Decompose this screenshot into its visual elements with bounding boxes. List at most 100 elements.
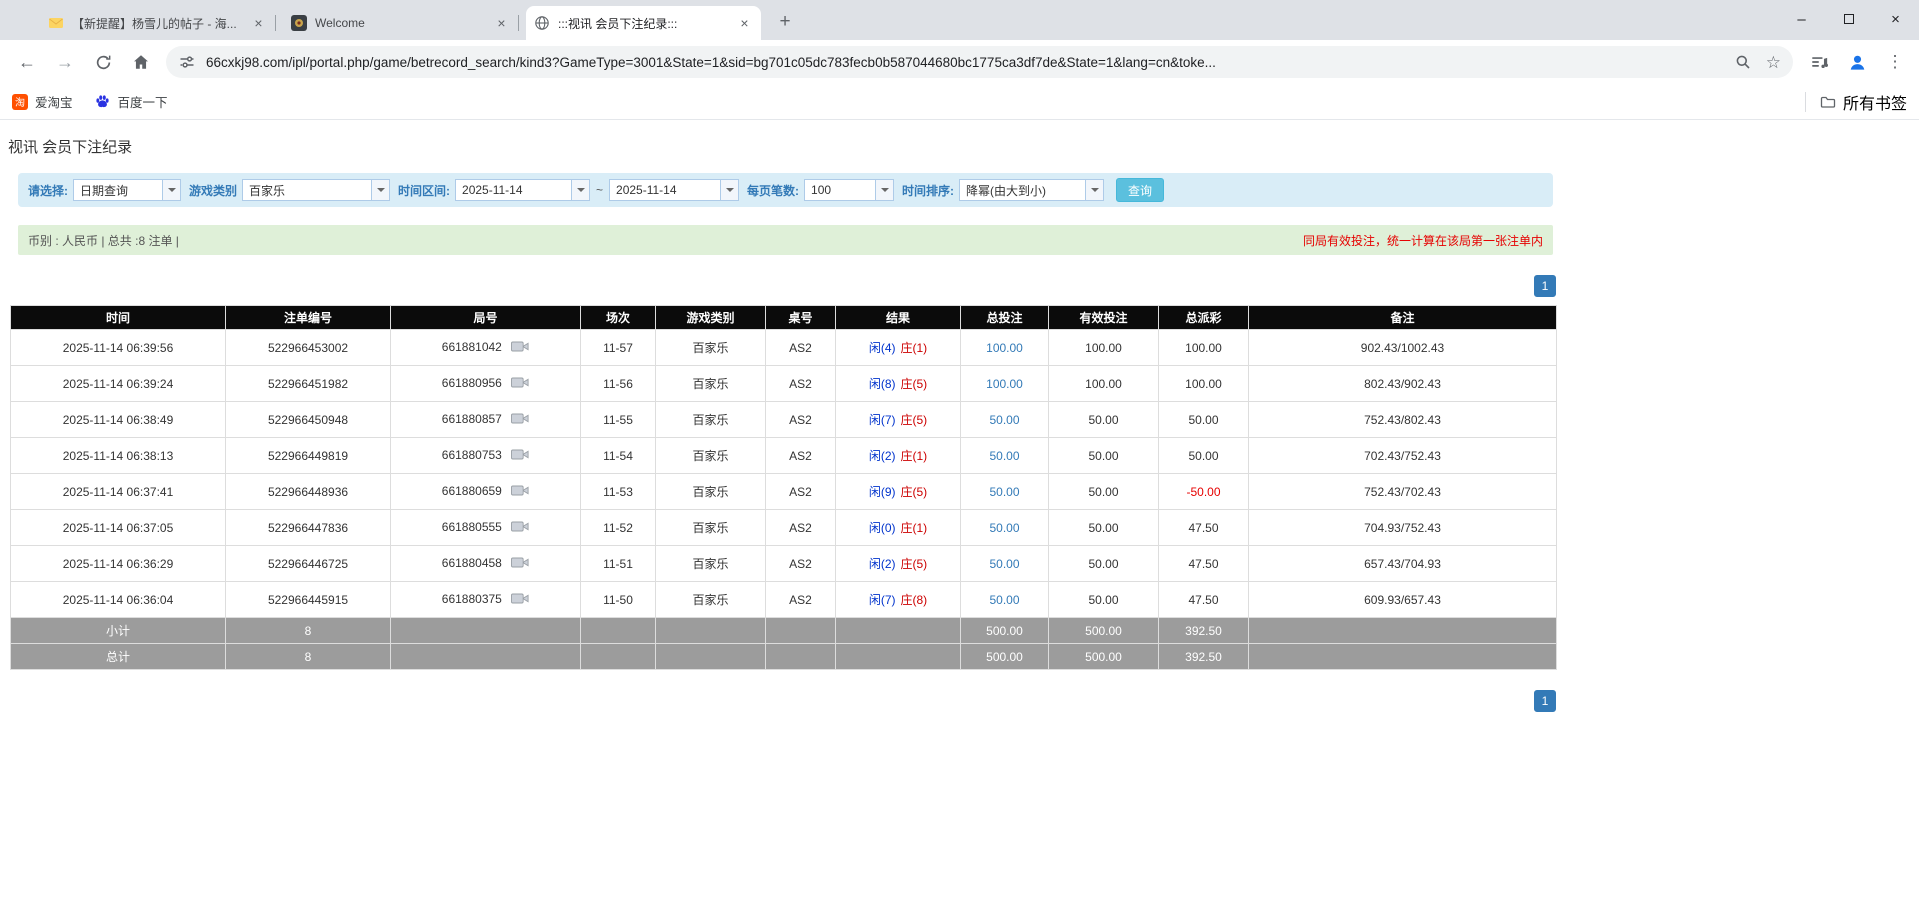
bookmark-taobao[interactable]: 淘 爱淘宝 <box>12 92 73 111</box>
forward-button[interactable]: → <box>48 45 82 79</box>
video-replay-icon[interactable] <box>511 592 529 608</box>
chevron-down-icon[interactable] <box>571 180 590 200</box>
page-1-button[interactable]: 1 <box>1534 690 1556 712</box>
sort-select[interactable]: 降幂(由大到小) <box>959 179 1105 201</box>
tab-close-icon[interactable]: × <box>250 15 267 32</box>
profile-avatar[interactable] <box>1841 46 1873 78</box>
page-1-button[interactable]: 1 <box>1534 275 1556 297</box>
cell-total-bet-link[interactable]: 100.00 <box>960 329 1049 366</box>
media-controls-icon[interactable] <box>1803 46 1835 78</box>
result-player: 闲(7) <box>868 413 896 427</box>
cell-round-no: 661880956 <box>390 365 581 402</box>
tilde-separator: ~ <box>596 183 604 197</box>
address-bar[interactable]: 66cxkj98.com/ipl/portal.php/game/betreco… <box>166 46 1793 78</box>
tab-2[interactable]: Welcome × <box>283 6 519 40</box>
query-type-select[interactable]: 日期查询 <box>73 179 181 201</box>
total-total-bet: 500.00 <box>960 643 1049 670</box>
chevron-down-icon[interactable] <box>1085 180 1104 200</box>
bookmark-baidu[interactable]: 百度一下 <box>95 92 168 111</box>
video-replay-icon[interactable] <box>511 412 529 428</box>
tab-1[interactable]: 【新提醒】杨雪儿的帖子 - 海... × <box>40 6 276 40</box>
tab-3-active[interactable]: :::视讯 会员下注纪录::: × <box>526 6 761 40</box>
result-banker: 庄(5) <box>900 485 928 499</box>
cell-table-no: AS2 <box>765 437 836 474</box>
reload-button[interactable] <box>86 45 120 79</box>
cell-valid-bet: 50.00 <box>1048 509 1159 546</box>
total-valid-bet: 500.00 <box>1048 643 1159 670</box>
minimize-button[interactable]: – <box>1778 0 1825 38</box>
omnibox-actions: ☆ <box>1734 53 1781 71</box>
new-tab-button[interactable]: + <box>771 8 799 36</box>
game-type-select[interactable]: 百家乐 <box>242 179 391 201</box>
chevron-down-icon[interactable] <box>162 180 180 200</box>
cell-time: 2025-11-14 06:38:49 <box>10 401 226 438</box>
cell-note: 704.93/752.43 <box>1248 509 1557 546</box>
video-replay-icon[interactable] <box>511 520 529 536</box>
cell-valid-bet: 50.00 <box>1048 545 1159 582</box>
cell-bet-no: 522966449819 <box>225 437 391 474</box>
col-result: 结果 <box>835 305 961 330</box>
cell-total-bet-link[interactable]: 50.00 <box>960 509 1049 546</box>
back-button[interactable]: ← <box>10 45 44 79</box>
chevron-down-icon[interactable] <box>371 180 390 200</box>
total-label: 总计 <box>10 643 226 670</box>
table-row: 2025-11-14 06:38:49 522966450948 6618808… <box>10 401 1557 438</box>
window-controls: – × <box>1778 0 1919 38</box>
cell-game-type: 百家乐 <box>655 401 766 438</box>
cell-note: 752.43/702.43 <box>1248 473 1557 510</box>
menu-icon[interactable]: ⋮ <box>1879 46 1911 78</box>
cell-payout: 100.00 <box>1158 365 1249 402</box>
cell-round-no: 661880753 <box>390 437 581 474</box>
cell-session: 11-50 <box>580 581 656 618</box>
pagination-bottom: 1 <box>10 690 1556 712</box>
chevron-down-icon[interactable] <box>875 180 894 200</box>
cell-round-no: 661880375 <box>390 581 581 618</box>
cell-total-bet-link[interactable]: 50.00 <box>960 437 1049 474</box>
video-replay-icon[interactable] <box>511 340 529 356</box>
zoom-icon[interactable] <box>1734 53 1752 71</box>
cell-session: 11-56 <box>580 365 656 402</box>
video-replay-icon[interactable] <box>511 484 529 500</box>
result-player: 闲(8) <box>868 377 896 391</box>
table-row: 2025-11-14 06:38:13 522966449819 6618807… <box>10 437 1557 474</box>
table-row: 2025-11-14 06:37:05 522966447836 6618805… <box>10 509 1557 546</box>
per-page-select[interactable]: 100 <box>804 179 895 201</box>
cell-valid-bet: 50.00 <box>1048 581 1159 618</box>
total-payout: 392.50 <box>1158 643 1249 670</box>
home-button[interactable] <box>124 45 158 79</box>
bookmark-star-icon[interactable]: ☆ <box>1766 54 1781 71</box>
cell-total-bet-link[interactable]: 50.00 <box>960 545 1049 582</box>
date-from-select[interactable]: 2025-11-14 <box>455 179 591 201</box>
close-window-button[interactable]: × <box>1872 0 1919 38</box>
date-to-select[interactable]: 2025-11-14 <box>609 179 740 201</box>
cell-total-bet-link[interactable]: 50.00 <box>960 581 1049 618</box>
pagination-top: 1 <box>10 275 1556 297</box>
cell-total-bet-link[interactable]: 100.00 <box>960 365 1049 402</box>
tab-close-icon[interactable]: × <box>493 15 510 32</box>
taobao-icon: 淘 <box>12 93 28 110</box>
url-text[interactable]: 66cxkj98.com/ipl/portal.php/game/betreco… <box>206 55 1726 70</box>
video-replay-icon[interactable] <box>511 376 529 392</box>
video-replay-icon[interactable] <box>511 556 529 572</box>
cell-bet-no: 522966445915 <box>225 581 391 618</box>
result-player: 闲(4) <box>868 341 896 355</box>
currency-summary: 币别 : 人民币 | 总共 :8 注单 | <box>28 233 179 248</box>
chevron-down-icon[interactable] <box>720 180 739 200</box>
cell-time: 2025-11-14 06:37:05 <box>10 509 226 546</box>
search-button[interactable]: 查询 <box>1116 178 1165 202</box>
cell-total-bet-link[interactable]: 50.00 <box>960 401 1049 438</box>
all-bookmarks-label: 所有书签 <box>1842 95 1907 113</box>
result-banker: 庄(5) <box>900 557 928 571</box>
result-banker: 庄(1) <box>900 521 928 535</box>
tab-close-icon[interactable]: × <box>736 15 753 32</box>
cell-total-bet-link[interactable]: 50.00 <box>960 473 1049 510</box>
date-range-label: 时间区间: <box>398 183 451 198</box>
site-info-icon[interactable] <box>178 53 196 71</box>
folder-icon <box>1820 94 1836 110</box>
cell-valid-bet: 50.00 <box>1048 401 1159 438</box>
cell-time: 2025-11-14 06:39:56 <box>10 329 226 366</box>
video-replay-icon[interactable] <box>511 448 529 464</box>
cell-valid-bet: 100.00 <box>1048 365 1159 402</box>
maximize-button[interactable] <box>1825 0 1872 38</box>
all-bookmarks[interactable]: 所有书签 <box>1804 90 1907 114</box>
